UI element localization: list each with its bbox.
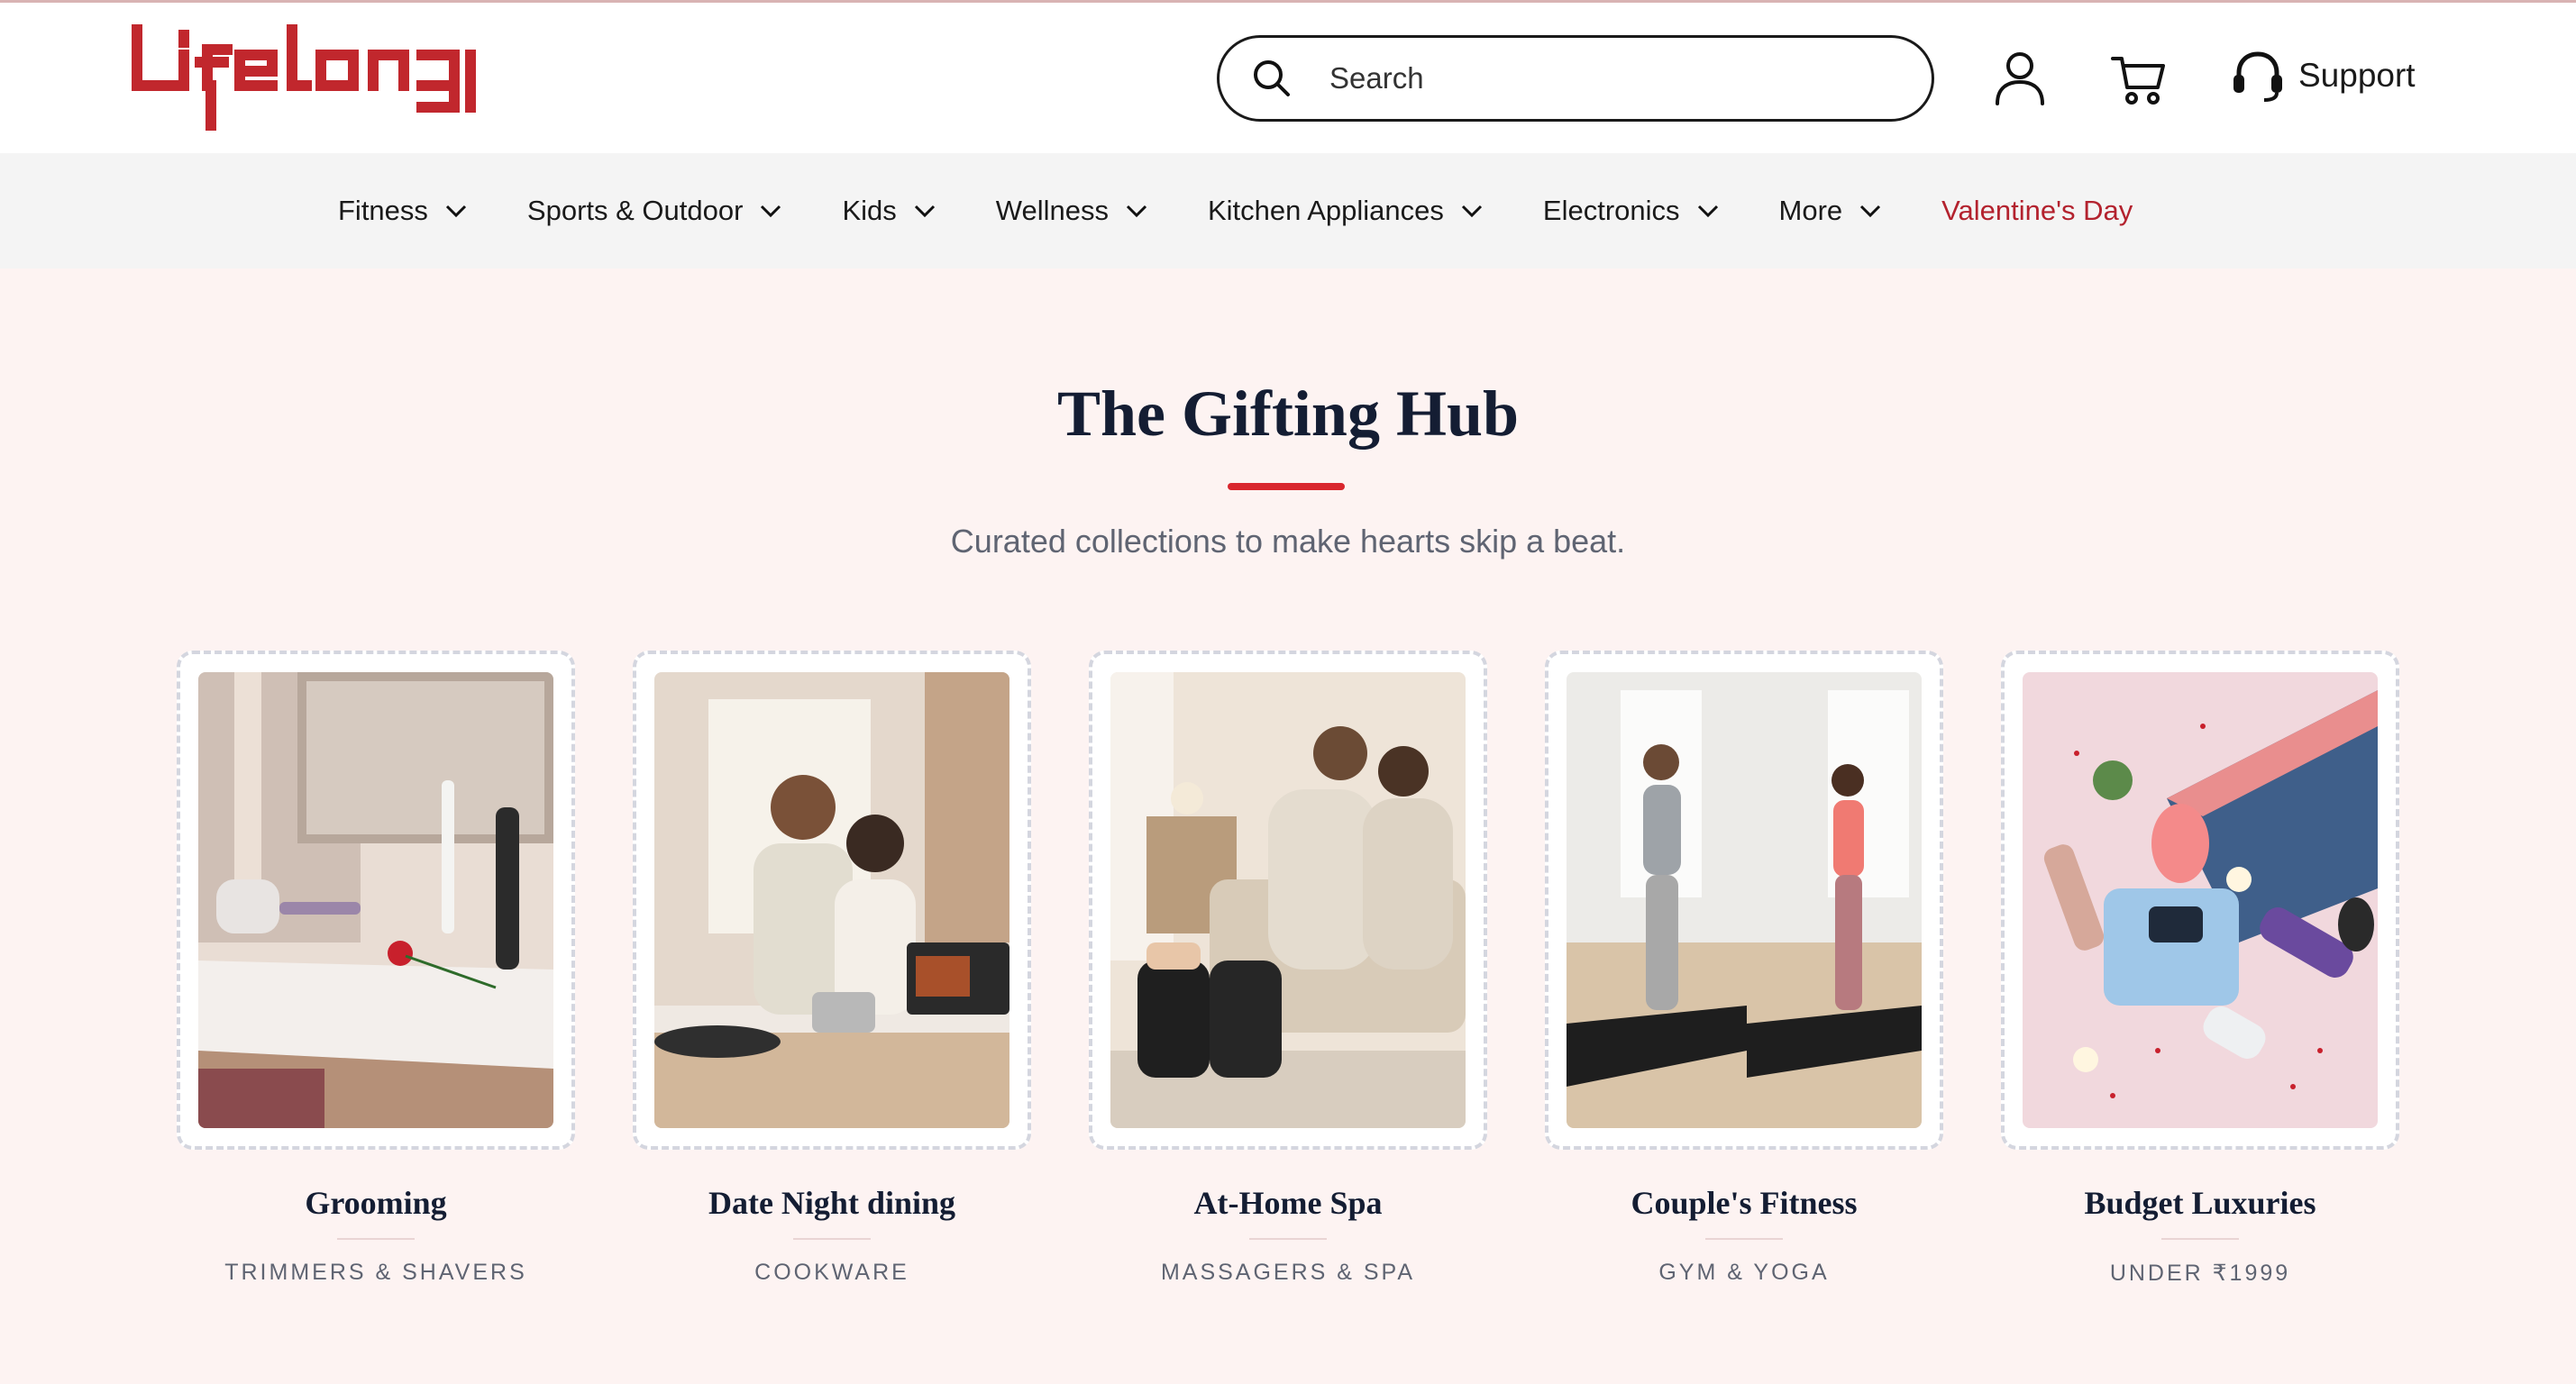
nav-item-sports-outdoor[interactable]: Sports & Outdoor (527, 195, 785, 227)
gift-card-at-home-spa[interactable]: At-Home Spa MASSAGERS & SPA (1089, 651, 1487, 1286)
cart-icon[interactable] (2107, 46, 2170, 109)
nav-item-valentines-day[interactable]: Valentine's Day (1941, 195, 2133, 227)
card-title: Grooming (305, 1185, 447, 1221)
search-box[interactable] (1217, 35, 1934, 122)
gifting-hub-section: The Gifting Hub Curated collections to m… (0, 269, 2576, 1384)
card-divider (793, 1238, 871, 1240)
date-night-dining-image[interactable] (654, 672, 1009, 1128)
card-frame (2001, 651, 2399, 1150)
gift-card-couples-fitness[interactable]: Couple's Fitness GYM & YOGA (1545, 651, 1943, 1286)
nav-label: Kitchen Appliances (1207, 195, 1444, 226)
nav-label: Kids (842, 195, 897, 226)
card-subtitle: UNDER ₹1999 (2109, 1261, 2291, 1286)
budget-luxuries-image[interactable] (2023, 672, 2378, 1128)
nav-item-kitchen-appliances[interactable]: Kitchen Appliances (1208, 195, 1485, 227)
nav-item-fitness[interactable]: Fitness (338, 195, 470, 227)
nav-item-electronics[interactable]: Electronics (1543, 195, 1722, 227)
nav-item-kids[interactable]: Kids (842, 195, 937, 227)
card-frame (1545, 651, 1943, 1150)
headset-icon (2233, 51, 2282, 102)
section-title: The Gifting Hub (1056, 378, 1520, 450)
gift-card-date-night-dining[interactable]: Date Night dining COOKWARE (633, 651, 1031, 1286)
user-icon[interactable] (1988, 46, 2051, 109)
grooming-image[interactable] (198, 672, 553, 1128)
card-divider (1705, 1238, 1783, 1240)
card-subtitle: GYM & YOGA (1658, 1260, 1830, 1285)
nav-item-more[interactable]: More (1779, 195, 1885, 227)
card-divider (1249, 1238, 1327, 1240)
chevron-down-icon (445, 205, 466, 218)
nav-label: Sports & Outdoor (526, 195, 744, 226)
section-subtitle: Curated collections to make hearts skip … (950, 523, 1626, 560)
nav-label: Electronics (1542, 195, 1680, 226)
at-home-spa-image[interactable] (1110, 672, 1466, 1128)
card-subtitle: MASSAGERS & SPA (1160, 1260, 1416, 1285)
gift-card-grooming[interactable]: Grooming TRIMMERS & SHAVERS (177, 651, 575, 1286)
category-nav: Fitness Sports & Outdoor Kids Wellness K… (0, 153, 2576, 269)
nav-label: Fitness (338, 195, 428, 226)
chevron-down-icon (761, 205, 781, 218)
card-frame (177, 651, 575, 1150)
card-frame (633, 651, 1031, 1150)
title-underline (1228, 483, 1345, 490)
chevron-down-icon (1126, 205, 1147, 218)
card-divider (337, 1238, 415, 1240)
chevron-down-icon (1697, 205, 1718, 218)
card-title: Couple's Fitness (1631, 1185, 1858, 1221)
site-header: Support (0, 3, 2576, 153)
gift-card-budget-luxuries[interactable]: Budget Luxuries UNDER ₹1999 (2001, 651, 2399, 1287)
lifelong-logo[interactable] (128, 23, 494, 134)
nav-item-wellness[interactable]: Wellness (996, 195, 1150, 227)
chevron-down-icon (1860, 205, 1881, 218)
chevron-down-icon (914, 205, 935, 218)
card-title: Budget Luxuries (2084, 1185, 2316, 1221)
search-icon (1254, 60, 1290, 96)
support-label: Support (2298, 57, 2416, 94)
card-subtitle: COOKWARE (754, 1260, 909, 1285)
card-subtitle: TRIMMERS & SHAVERS (224, 1260, 527, 1285)
card-divider (2161, 1238, 2239, 1240)
nav-label: More (1778, 195, 1843, 226)
card-title: Date Night dining (708, 1185, 956, 1221)
nav-label: Valentine's Day (1941, 195, 2133, 226)
couples-fitness-image[interactable] (1567, 672, 1922, 1128)
card-title: At-Home Spa (1193, 1185, 1383, 1221)
search-input[interactable] (1329, 51, 1906, 105)
chevron-down-icon (1461, 205, 1482, 218)
nav-label: Wellness (995, 195, 1109, 226)
support-link[interactable]: Support (2228, 44, 2416, 107)
card-frame (1089, 651, 1487, 1150)
